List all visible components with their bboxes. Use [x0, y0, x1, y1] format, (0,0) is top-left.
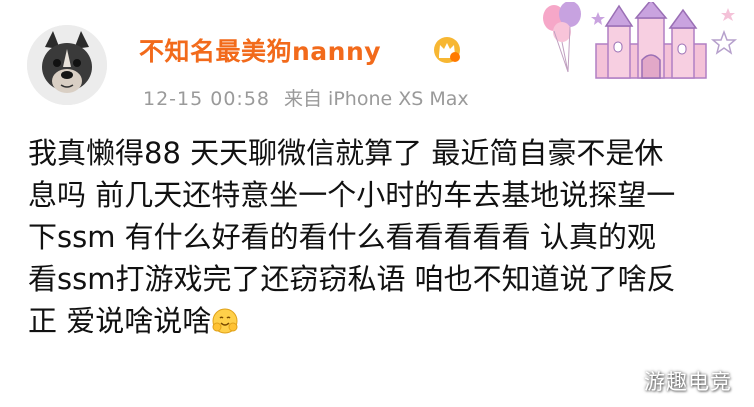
content-line: 我真懒得88 天天聊微信就算了 最近简自豪不是休 [28, 136, 664, 170]
content-line: 下ssm 有什么好看的看什么看看看看看 认真的观 [28, 220, 656, 254]
post-source[interactable]: 来自 iPhone XS Max [284, 88, 469, 110]
post-content: 我真懒得88 天天聊微信就算了 最近简自豪不是休 息吗 前几天还特意坐一个小时的… [28, 132, 728, 342]
avatar[interactable] [27, 25, 107, 105]
post-time[interactable]: 12-15 00:58 [143, 88, 270, 110]
weibo-post: 不知名最美狗nanny 12-15 00:58 来自 iPhone XS Max … [0, 0, 754, 407]
post-meta: 12-15 00:58 来自 iPhone XS Max [143, 84, 469, 111]
princess-castle-icon [543, 2, 738, 79]
hug-emoji-icon [212, 308, 238, 334]
content-line: 看ssm打游戏完了还窃窃私语 咱也不知道说了啥反 [28, 262, 676, 296]
crown-vip-icon[interactable] [432, 35, 462, 65]
username[interactable]: 不知名最美狗nanny [139, 32, 381, 68]
content-line-last: 正 爱说啥说啥 [28, 300, 728, 342]
watermark: 游趣电竞 [644, 370, 732, 394]
content-line: 息吗 前几天还特意坐一个小时的车去基地说探望一 [28, 178, 676, 212]
content-line-text: 正 爱说啥说啥 [28, 304, 212, 338]
french-bulldog-avatar-icon [27, 25, 107, 105]
